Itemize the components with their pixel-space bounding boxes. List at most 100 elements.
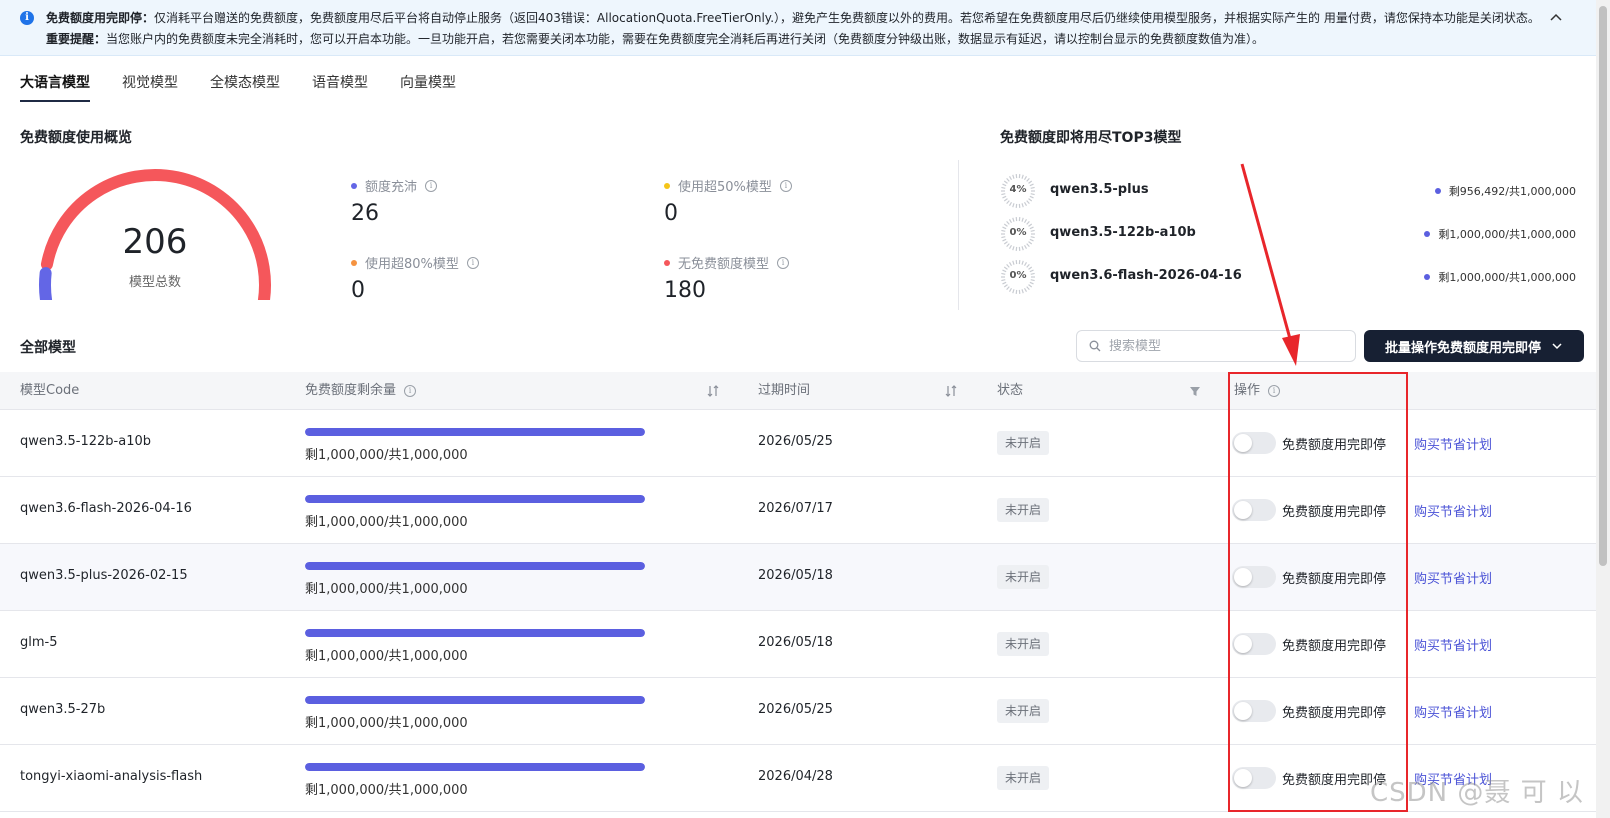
tab-embedding[interactable]: 向量模型 <box>400 66 456 102</box>
notice-text-1: 仅消耗平台赠送的免费额度，免费额度用尽后平台将自动停止服务（返回403错误：Al… <box>154 11 1536 25</box>
expire-date: 2026/05/25 <box>758 434 833 449</box>
table-row: qwen3.5-plus-2026-02-15 剩1,000,000/共1,000… <box>0 544 1596 611</box>
search-box[interactable] <box>1076 330 1356 362</box>
model-code: tongyi-xiaomi-analysis-flash <box>20 769 203 784</box>
header-action: 操作 i <box>1234 372 1281 410</box>
toggle-knob <box>1234 501 1252 519</box>
info-icon[interactable]: i <box>777 256 790 269</box>
stat-dot <box>351 182 357 189</box>
stat-value: 0 <box>351 278 365 303</box>
stat-label: 无免费额度模型 <box>678 257 770 272</box>
legend-dot <box>1424 231 1431 237</box>
sort-icon[interactable] <box>706 384 720 398</box>
remaining-bar-fill <box>305 629 645 637</box>
stat-label: 使用超50%模型 <box>678 180 772 195</box>
table-row: qwen3.5-27b 剩1,000,000/共1,000,000 2026/05/… <box>0 678 1596 745</box>
header-status: 状态 <box>997 383 1024 398</box>
info-icon[interactable]: i <box>1268 385 1281 397</box>
page-scrollbar[interactable] <box>1596 0 1610 818</box>
batch-operation-label: 批量操作免费额度用完即停 <box>1384 340 1541 356</box>
toggle-label: 免费额度用完即停 <box>1282 505 1387 520</box>
stat-dot <box>351 259 357 266</box>
search-input[interactable] <box>1109 338 1339 354</box>
notice-line-2: 重要提醒：当您账户内的免费额度未完全消耗时，您可以开启本功能。一旦功能开启，若您… <box>46 29 1536 50</box>
tab-omni[interactable]: 全模态模型 <box>210 66 280 102</box>
overview-title: 免费额度使用概览 <box>20 130 132 146</box>
table-row: qwen3.6-flash-2026-04-16 剩1,000,000/共1,00… <box>0 477 1596 544</box>
tab-llm[interactable]: 大语言模型 <box>20 66 90 102</box>
top3-item: 0% qwen3.6-flash-2026-04-16 剩1,000,000/共1,… <box>1000 259 1576 295</box>
stop-on-exhaust-toggle[interactable] <box>1232 633 1276 655</box>
tab-vision[interactable]: 视觉模型 <box>122 66 178 102</box>
header-remaining-label: 免费额度剩余量 <box>305 383 397 398</box>
watermark: CSDN @聂 可 以 <box>1370 778 1584 808</box>
info-icon[interactable]: i <box>466 256 479 269</box>
filter-icon[interactable] <box>1188 384 1202 398</box>
status-badge: 未开启 <box>997 431 1050 455</box>
header-model-code: 模型Code <box>20 383 80 398</box>
remaining-bar-fill <box>305 696 645 704</box>
stop-on-exhaust-toggle[interactable] <box>1232 499 1276 521</box>
remaining-bar-fill <box>305 428 645 436</box>
table-header: 模型Code 免费额度剩余量 i 过期时间 状态 操作 i <box>0 372 1596 410</box>
info-icon[interactable]: i <box>425 179 438 192</box>
buy-savings-plan-link[interactable]: 购买节省计划 <box>1414 501 1492 520</box>
top3-model-name: qwen3.6-flash-2026-04-16 <box>1050 268 1242 283</box>
stat-dot <box>664 259 670 266</box>
model-code: qwen3.6-flash-2026-04-16 <box>20 501 192 516</box>
batch-operation-button[interactable]: 批量操作免费额度用完即停 <box>1364 330 1584 362</box>
info-icon[interactable]: i <box>404 385 417 397</box>
notice-banner: i 免费额度用完即停：仅消耗平台赠送的免费额度，免费额度用尽后平台将自动停止服务… <box>0 0 1596 56</box>
header-remaining: 免费额度剩余量 i <box>305 372 417 410</box>
table-row: glm-5 剩1,000,000/共1,000,000 2026/05/18 未开启 免… <box>0 611 1596 678</box>
stat-over-80: 使用超80%模型 i 0 <box>351 253 479 303</box>
buy-savings-plan-link[interactable]: 购买节省计划 <box>1414 434 1492 453</box>
total-model-label: 模型总数 <box>128 275 181 290</box>
toggle-knob <box>1234 769 1252 787</box>
header-expire: 过期时间 <box>758 383 811 398</box>
status-badge: 未开启 <box>997 766 1050 790</box>
toggle-knob <box>1234 635 1252 653</box>
top3-model-name: qwen3.5-122b-a10b <box>1050 225 1196 240</box>
buy-savings-plan-link[interactable]: 购买节省计划 <box>1414 635 1492 654</box>
scrollbar-thumb[interactable] <box>1599 6 1607 566</box>
legend-dot <box>1424 274 1431 280</box>
toggle-label: 免费额度用完即停 <box>1282 438 1387 453</box>
sort-icon[interactable] <box>944 384 958 398</box>
chevron-down-icon <box>1552 343 1562 350</box>
toggle-label: 免费额度用完即停 <box>1282 706 1387 721</box>
legend-dot <box>1434 188 1441 194</box>
buy-savings-plan-link[interactable]: 购买节省计划 <box>1414 702 1492 721</box>
stop-on-exhaust-toggle[interactable] <box>1232 767 1276 789</box>
top3-percent: 4% <box>1009 184 1027 195</box>
top3-model-name: qwen3.5-plus <box>1050 182 1149 197</box>
expire-date: 2026/05/18 <box>758 568 833 583</box>
total-model-count: 206 <box>122 222 188 262</box>
status-badge: 未开启 <box>997 565 1050 589</box>
stop-on-exhaust-toggle[interactable] <box>1232 700 1276 722</box>
remaining-bar <box>305 562 645 570</box>
header-action-label: 操作 <box>1234 383 1261 398</box>
stop-on-exhaust-toggle[interactable] <box>1232 432 1276 454</box>
remaining-text: 剩1,000,000/共1,000,000 <box>305 515 468 530</box>
search-icon <box>1089 340 1101 352</box>
expire-date: 2026/05/18 <box>758 635 833 650</box>
toggle-label: 免费额度用完即停 <box>1282 572 1387 587</box>
remaining-bar <box>305 428 645 436</box>
top3-title: 免费额度即将用尽TOP3模型 <box>1000 130 1182 146</box>
notice-text-2: 当您账户内的免费额度未完全消耗时，您可以开启本功能。一旦功能开启，若您需要关闭本… <box>106 32 1265 46</box>
model-type-tabs: 大语言模型 视觉模型 全模态模型 语音模型 向量模型 <box>20 66 488 104</box>
expire-date: 2026/07/17 <box>758 501 833 516</box>
notice-line-1: 免费额度用完即停：仅消耗平台赠送的免费额度，免费额度用尽后平台将自动停止服务（返… <box>46 8 1536 29</box>
info-icon[interactable]: i <box>779 179 792 192</box>
stop-on-exhaust-toggle[interactable] <box>1232 566 1276 588</box>
stat-value: 0 <box>664 201 678 226</box>
tab-speech[interactable]: 语音模型 <box>312 66 368 102</box>
expire-date: 2026/04/28 <box>758 769 833 784</box>
buy-savings-plan-link[interactable]: 购买节省计划 <box>1414 568 1492 587</box>
info-icon: i <box>20 11 34 25</box>
remaining-bar-fill <box>305 562 645 570</box>
chevron-up-icon[interactable] <box>1548 10 1564 26</box>
stat-label: 额度充沛 <box>365 180 418 195</box>
top3-item: 4% qwen3.5-plus 剩956,492/共1,000,000 <box>1000 173 1576 209</box>
